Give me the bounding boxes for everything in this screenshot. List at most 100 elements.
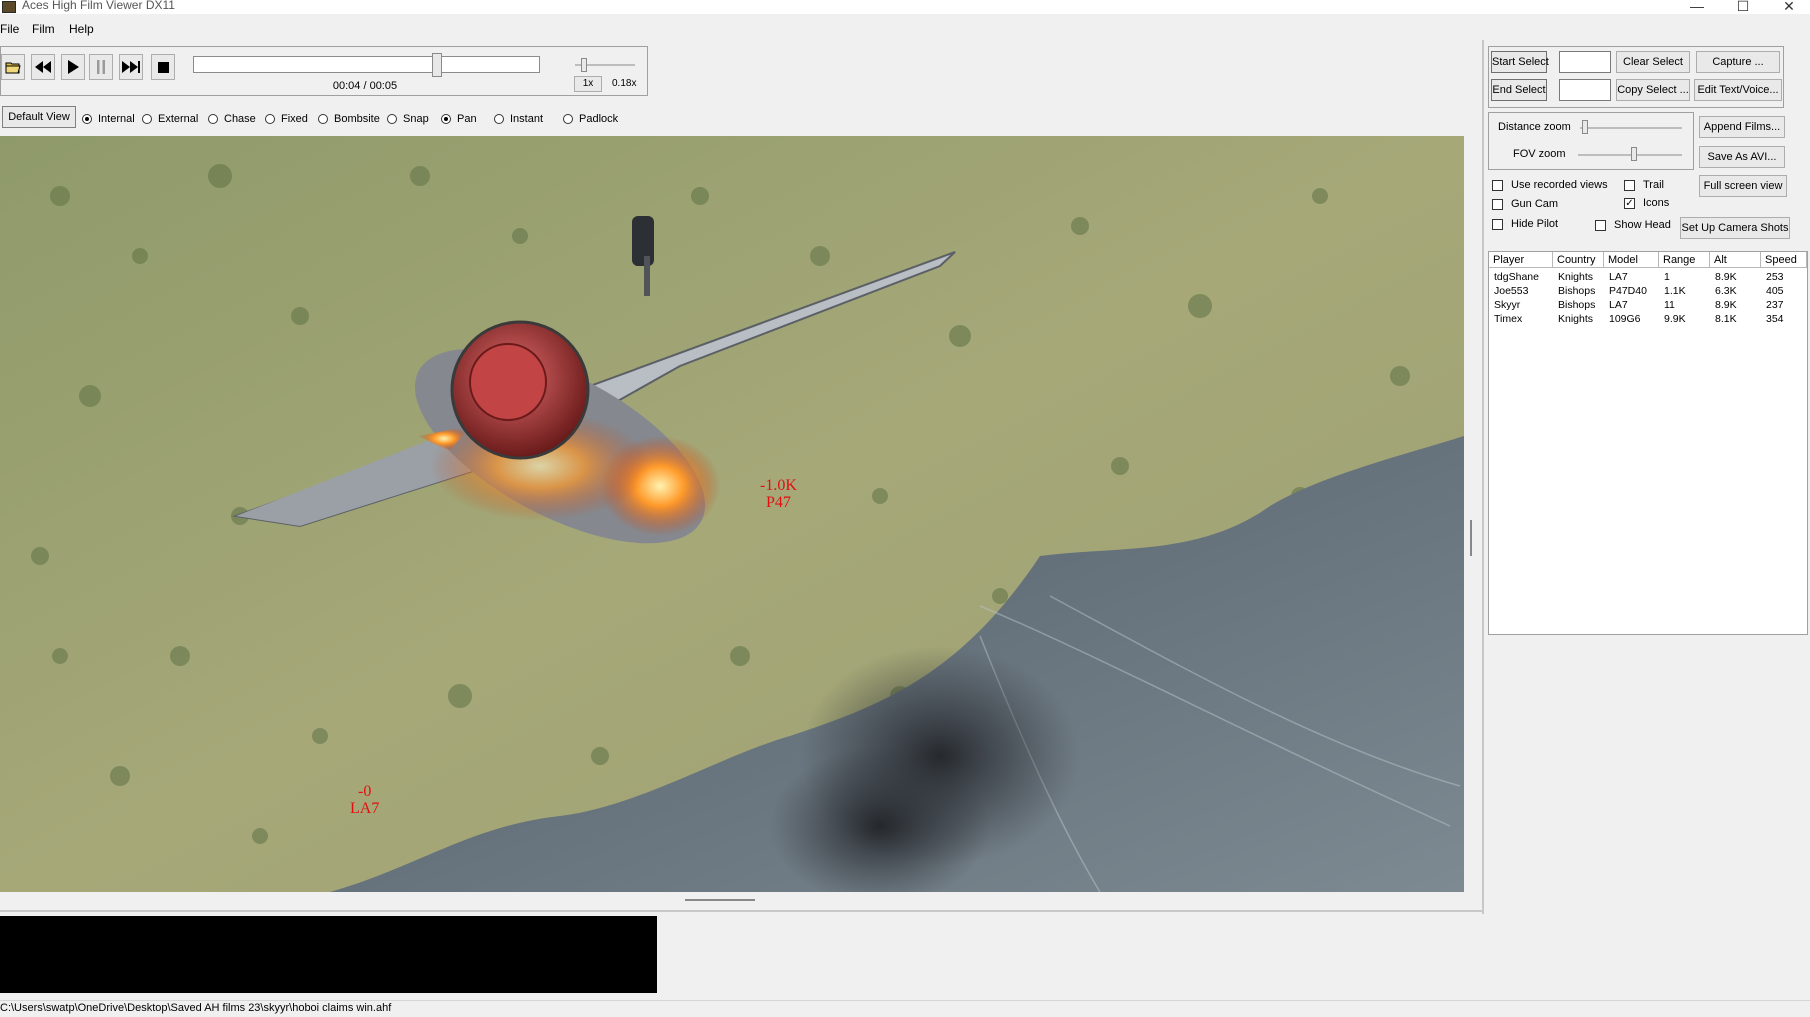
cell-range: 1.1K [1664,285,1686,297]
end-select-button[interactable]: End Select [1491,79,1547,101]
show-head-checkbox[interactable]: Show Head [1595,219,1671,231]
view-snap-radio[interactable]: Snap [387,113,429,125]
icons-checkbox[interactable]: ✓ Icons [1624,197,1669,209]
fast-forward-icon [122,61,140,73]
cell-range: 1 [1664,271,1670,283]
frame-divider [0,910,1484,912]
fov-zoom-track[interactable] [1578,154,1682,156]
radio-dot [318,114,328,124]
marker-range: -1.0K [760,477,797,494]
speed-readout: 0.18x [612,78,637,89]
player-table [1488,251,1808,635]
marker-model: LA7 [350,800,380,817]
view-internal-radio[interactable]: Internal [82,113,135,125]
start-select-button[interactable]: Start Select [1491,51,1549,73]
checkbox-label: Use recorded views [1511,179,1608,191]
fast-forward-button[interactable] [119,54,143,80]
window-title: Aces High Film Viewer DX11 [22,0,175,12]
speed-reset-button[interactable]: 1x [574,76,602,92]
checkbox-box [1492,218,1503,230]
column-header-player[interactable]: Player [1489,252,1553,268]
menu-film[interactable]: Film [32,22,55,36]
cell-model: P47D40 [1609,285,1647,297]
cell-range: 11 [1664,299,1675,311]
cell-country: Knights [1558,313,1594,325]
radio-dot [208,114,218,124]
hide-pilot-checkbox[interactable]: Hide Pilot [1492,218,1558,230]
checkbox-label: Icons [1643,197,1670,209]
checkbox-label: Trail [1643,179,1664,191]
distance-zoom-thumb[interactable] [1582,120,1588,134]
distance-zoom-track[interactable] [1580,127,1682,129]
gun-cam-checkbox[interactable]: Gun Cam [1492,198,1558,210]
cell-player: Skyyr [1494,299,1521,311]
capture-button[interactable]: Capture ... [1696,51,1780,73]
radio-dot [265,114,275,124]
trail-checkbox[interactable]: Trail [1624,179,1664,191]
stop-button[interactable] [151,54,175,80]
save-as-avi-button[interactable]: Save As AVI... [1699,146,1785,168]
end-select-field[interactable] [1559,79,1611,101]
default-view-button[interactable]: Default View [2,106,76,128]
view-pan-radio[interactable]: Pan [441,113,477,125]
radio-dot [494,114,504,124]
marker-la7: -0 LA7 [350,783,379,817]
cell-country: Bishops [1558,285,1596,297]
column-header-range[interactable]: Range [1659,252,1710,268]
app-icon [2,1,16,13]
view-bombsite-radio[interactable]: Bombsite [318,113,380,125]
cell-alt: 8.1K [1715,313,1737,325]
scene-render [0,136,1464,892]
cell-model: LA7 [1609,299,1628,311]
column-header-country[interactable]: Country [1553,252,1604,268]
minimize-button[interactable]: — [1674,0,1720,15]
fov-zoom-thumb[interactable] [1631,147,1637,161]
marker-model: P47 [765,494,791,511]
seek-slider-thumb[interactable] [432,53,442,77]
speed-slider-thumb[interactable] [581,58,587,72]
radio-label: External [158,113,199,125]
view-fixed-radio[interactable]: Fixed [265,113,308,125]
title-bar [0,0,1810,14]
seek-slider-track[interactable] [193,56,540,73]
radio-dot [563,114,573,124]
open-film-button[interactable] [1,54,25,80]
cell-alt: 8.9K [1715,299,1737,311]
use-recorded-views-checkbox[interactable]: Use recorded views [1492,179,1608,191]
time-readout: 00:04 / 00:05 [332,80,398,92]
cell-speed: 253 [1766,271,1784,283]
pause-button[interactable] [89,54,113,80]
close-button[interactable]: ✕ [1766,0,1810,15]
cell-player: Timex [1494,313,1523,325]
menu-help[interactable]: Help [69,22,94,36]
horizontal-splitter[interactable] [685,899,755,901]
menu-file[interactable]: File [0,22,19,36]
play-button[interactable] [61,54,85,80]
maximize-button[interactable]: ☐ [1720,0,1766,15]
vertical-splitter[interactable] [1470,520,1472,556]
start-select-field[interactable] [1559,51,1611,73]
cell-country: Bishops [1558,299,1596,311]
edit-text-voice-button[interactable]: Edit Text/Voice... [1694,79,1782,101]
clear-select-button[interactable]: Clear Select [1616,51,1690,73]
copy-select-button[interactable]: Copy Select ... [1616,79,1690,101]
view-chase-radio[interactable]: Chase [208,113,256,125]
append-films-button[interactable]: Append Films... [1699,116,1785,138]
view-instant-radio[interactable]: Instant [494,113,543,125]
rewind-button[interactable] [31,54,55,80]
view-padlock-radio[interactable]: Padlock [563,113,618,125]
radio-label: Chase [224,113,256,125]
radio-dot [82,114,92,124]
set-up-camera-shots-button[interactable]: Set Up Camera Shots [1680,217,1790,239]
view-external-radio[interactable]: External [142,113,198,125]
cell-alt: 6.3K [1715,285,1737,297]
column-header-speed[interactable]: Speed [1761,252,1807,268]
cell-range: 9.9K [1664,313,1686,325]
full-screen-view-button[interactable]: Full screen view [1699,175,1787,197]
column-header-alt[interactable]: Alt [1710,252,1761,268]
cell-speed: 237 [1766,299,1784,311]
distance-zoom-label: Distance zoom [1498,121,1571,133]
film-viewport[interactable]: -1.0K P47 -0 LA7 [0,136,1464,892]
column-header-model[interactable]: Model [1604,252,1659,268]
cell-speed: 354 [1766,313,1784,325]
